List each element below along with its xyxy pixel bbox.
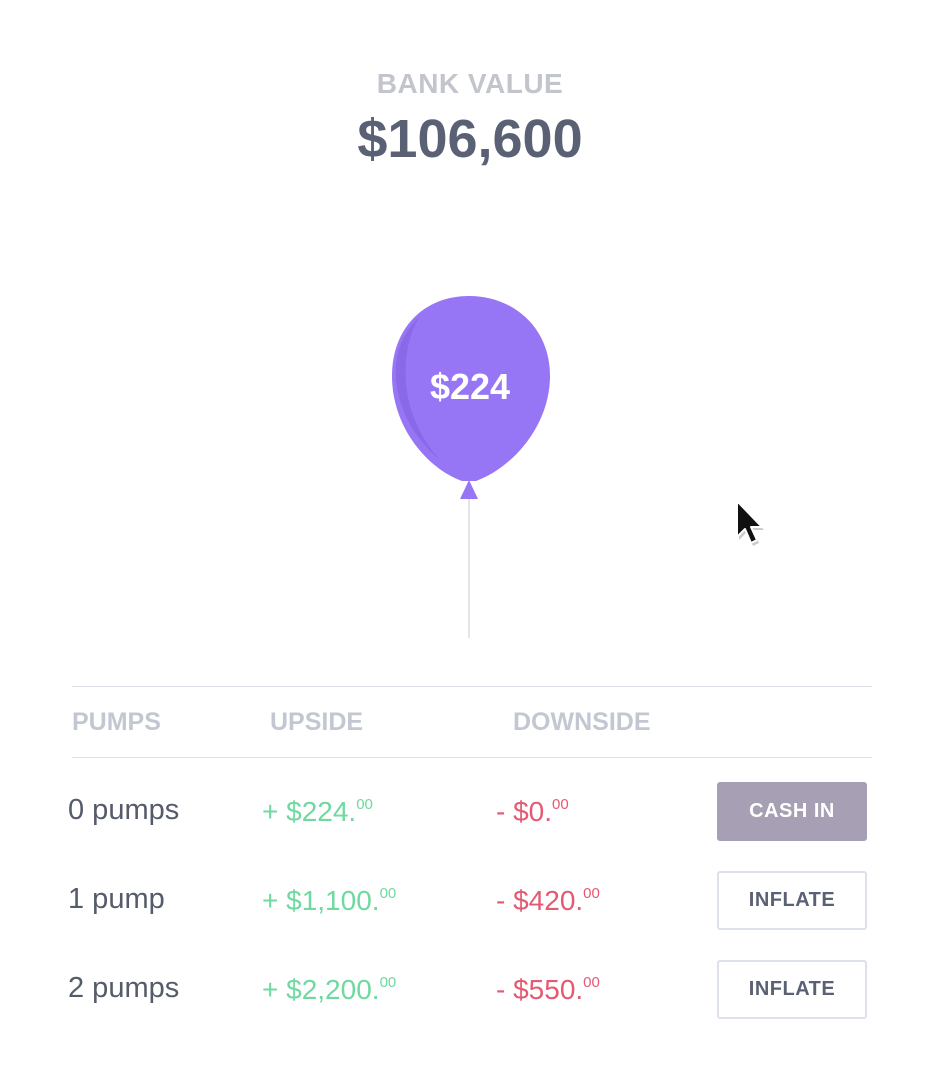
upside-cents: 00 — [379, 885, 397, 902]
table-row: 2 pumps + $2,200.00 - $550.00 INFLATE — [0, 960, 940, 1022]
pumps-count: 0 pumps — [68, 794, 180, 826]
balloon-graphic — [392, 296, 550, 638]
downside-value: - $0.00 — [496, 796, 569, 828]
downside-amount: - $550. — [496, 974, 584, 1005]
downside-cents: 00 — [552, 796, 569, 813]
upside-amount: + $224. — [262, 796, 357, 827]
inflate-button-1[interactable]: INFLATE — [717, 871, 867, 930]
table-header-divider — [72, 757, 872, 758]
upside-cents: 00 — [379, 974, 397, 991]
table-row: 0 pumps + $224.00 - $0.00 CASH IN — [0, 782, 940, 844]
column-header-upside: UPSIDE — [270, 708, 364, 736]
downside-cents: 00 — [583, 885, 600, 902]
column-header-pumps: PUMPS — [72, 708, 161, 736]
cash-in-button[interactable]: CASH IN — [717, 782, 867, 841]
downside-amount: - $420. — [496, 885, 584, 916]
downside-cents: 00 — [583, 974, 600, 991]
bank-value-amount: $106,600 — [357, 109, 583, 169]
balloon[interactable]: $224 — [380, 290, 560, 650]
upside-value: + $2,200.00 — [262, 974, 396, 1006]
upside-cents: 00 — [356, 796, 373, 813]
column-header-downside: DOWNSIDE — [513, 708, 651, 736]
table-row: 1 pump + $1,100.00 - $420.00 INFLATE — [0, 871, 940, 933]
downside-amount: - $0. — [496, 796, 553, 827]
pumps-count: 1 pump — [68, 883, 165, 915]
balloon-amount: $224 — [429, 366, 511, 407]
upside-amount: + $1,100. — [262, 885, 380, 916]
pumps-count: 2 pumps — [68, 972, 180, 1004]
upside-value: + $1,100.00 — [262, 885, 396, 917]
upside-value: + $224.00 — [262, 796, 373, 828]
upside-amount: + $2,200. — [262, 974, 380, 1005]
downside-value: - $550.00 — [496, 974, 600, 1006]
table-top-divider — [72, 686, 872, 687]
bank-value-label: BANK VALUE — [376, 68, 564, 99]
mouse-pointer-icon — [733, 497, 767, 554]
downside-value: - $420.00 — [496, 885, 600, 917]
inflate-button-2[interactable]: INFLATE — [717, 960, 867, 1019]
